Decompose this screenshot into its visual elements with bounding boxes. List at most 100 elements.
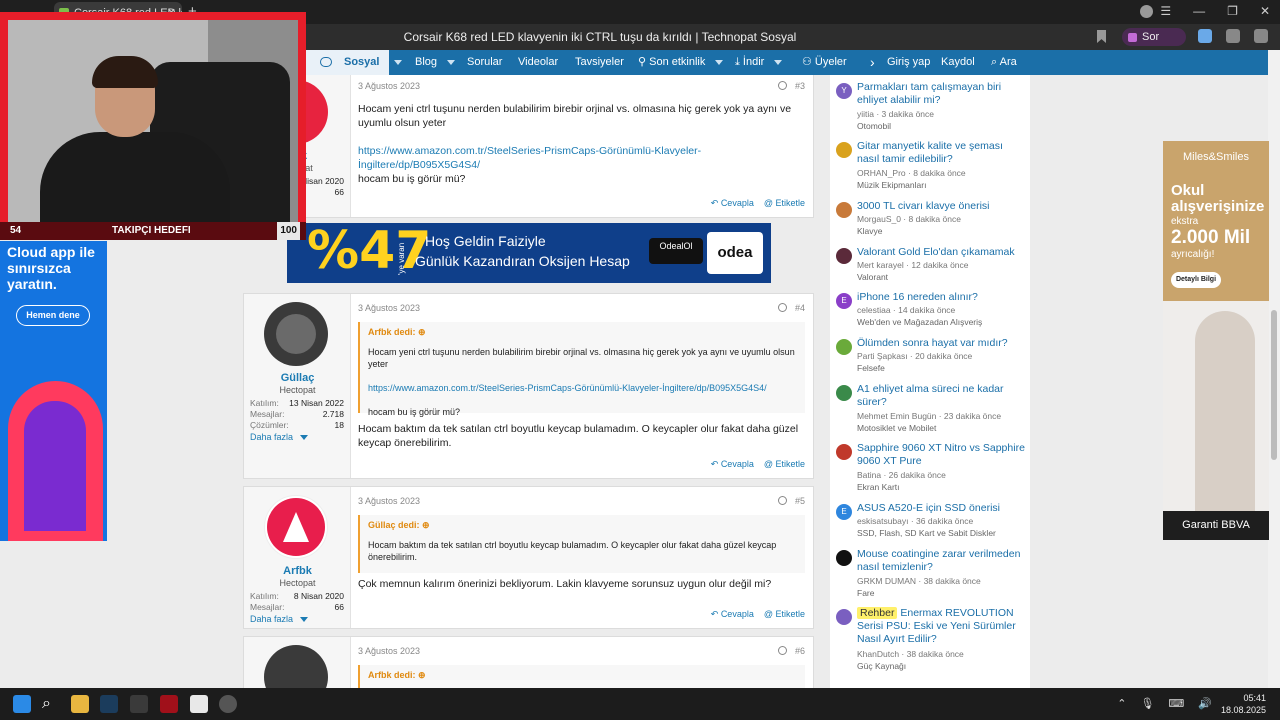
user-name[interactable]: Arfbk	[244, 565, 351, 577]
search-icon[interactable]: ⌕	[42, 695, 60, 713]
quote-arrow-icon: ⊕	[418, 670, 426, 680]
quote-author[interactable]: Arfbk dedi: ⊕	[368, 326, 797, 338]
thread-title[interactable]: Ölümden sonra hayat var mıdır?	[857, 337, 1027, 350]
thread-title[interactable]: Rehber Enermax REVOLUTION Serisi PSU: Es…	[857, 607, 1027, 646]
thread-forum[interactable]: Güç Kaynağı	[857, 661, 1027, 671]
nav-chevron-right-icon[interactable]: ›	[870, 50, 875, 75]
steam-icon[interactable]	[100, 695, 118, 713]
thread-forum[interactable]: Klavye	[857, 226, 1027, 236]
share-icon[interactable]	[778, 81, 787, 90]
post-link[interactable]: https://www.amazon.com.tr/SteelSeries-Pr…	[358, 144, 805, 172]
thread-title[interactable]: Valorant Gold Elo'dan çıkamamak	[857, 246, 1027, 259]
thread-forum[interactable]: Web'den ve Mağazadan Alışveriş	[857, 317, 1027, 327]
tag-button[interactable]: @ Etiketle	[764, 198, 805, 209]
post-number[interactable]: #3	[795, 81, 805, 91]
login-link[interactable]: Giriş yap	[887, 50, 930, 75]
users-icon: ⚇	[802, 56, 815, 68]
ai-assistant-button[interactable]: Sor	[1122, 28, 1186, 46]
nav-blog[interactable]: Blog	[415, 50, 456, 75]
system-clock[interactable]: 05:41 18.08.2025	[1221, 692, 1266, 716]
restore-icon[interactable]: ❐	[1227, 4, 1238, 18]
reply-button[interactable]: ↶ Cevapla	[711, 459, 754, 470]
thread-forum[interactable]: Ekran Kartı	[857, 482, 1027, 492]
thread-forum[interactable]: Motosiklet ve Mobilet	[857, 423, 1027, 433]
thread-title[interactable]: Mouse coatingine zarar verilmeden nasıl …	[857, 548, 1027, 574]
post-date[interactable]: 3 Ağustos 2023	[358, 81, 420, 91]
left-advertisement[interactable]: Cloud app ile sınırsızca yaratın. Hemen …	[0, 241, 107, 541]
page-scrollbar[interactable]	[1268, 50, 1280, 688]
thread-forum[interactable]: Valorant	[857, 272, 1027, 282]
thread-forum[interactable]: Felsefe	[857, 363, 1027, 373]
tag-button[interactable]: @ Etiketle	[764, 609, 805, 620]
ad-photo	[1195, 311, 1255, 511]
tag-button[interactable]: @ Etiketle	[764, 459, 805, 470]
post-date[interactable]: 3 Ağustos 2023	[358, 496, 420, 506]
post-date[interactable]: 3 Ağustos 2023	[358, 303, 420, 313]
profile-avatar-icon[interactable]	[1140, 5, 1153, 18]
file-explorer-icon[interactable]	[71, 695, 89, 713]
volume-icon[interactable]: 🔊	[1198, 697, 1212, 710]
thread-title[interactable]: 3000 TL civarı klavye önerisi	[857, 200, 1027, 213]
menu-icon[interactable]: ☰	[1160, 4, 1171, 18]
quote-author[interactable]: Arfbk dedi: ⊕	[368, 669, 797, 681]
nav-tavsiyeler[interactable]: Tavsiyeler	[575, 50, 624, 75]
thread-forum[interactable]: Otomobil	[857, 121, 1027, 131]
thread-forum[interactable]: SSD, Flash, SD Kart ve Sabit Diskler	[857, 528, 1027, 538]
user-avatar[interactable]	[264, 302, 328, 366]
post-date[interactable]: 3 Ağustos 2023	[358, 646, 420, 656]
quote-link[interactable]: https://www.amazon.com.tr/SteelSeries-Pr…	[368, 382, 797, 394]
minimize-icon[interactable]: —	[1193, 4, 1205, 18]
ad-cta-button[interactable]: Hemen dene	[16, 305, 90, 326]
start-icon[interactable]	[13, 695, 31, 713]
share-icon[interactable]	[778, 646, 787, 655]
thread-forum[interactable]: Müzik Ekipmanları	[857, 180, 1027, 190]
user-name[interactable]: Güllaç	[244, 372, 351, 384]
register-link[interactable]: Kaydol	[941, 50, 975, 75]
thread-title[interactable]: ASUS A520-E için SSD önerisi	[857, 502, 1027, 515]
post-number[interactable]: #6	[795, 646, 805, 656]
thread-forum[interactable]: Fare	[857, 588, 1027, 598]
post-number[interactable]: #5	[795, 496, 805, 506]
nav-sorular[interactable]: Sorular	[467, 50, 502, 75]
nav-sosyal[interactable]: Sosyal	[306, 50, 390, 75]
gaming-app-icon[interactable]	[160, 695, 178, 713]
cloud-extension-icon[interactable]	[1198, 29, 1212, 43]
thread-title[interactable]: iPhone 16 nereden alınır?	[857, 291, 1027, 304]
microphone-icon[interactable]: 🎙	[1140, 697, 1154, 710]
thread-title[interactable]: A1 ehliyet alma süreci ne kadar sürer?	[857, 383, 1027, 409]
thread-title[interactable]: Gitar manyetik kalite ve şeması nasıl ta…	[857, 140, 1027, 166]
banner-advertisement[interactable]: %47 'ye varan Hoş Geldin Faiziyle Günlük…	[287, 223, 771, 283]
network-icon[interactable]: ⌨	[1168, 697, 1184, 710]
share-icon[interactable]	[778, 303, 787, 312]
thread-title[interactable]: Sapphire 9060 XT Nitro vs Sapphire 9060 …	[857, 442, 1027, 468]
download-extension-icon[interactable]	[1254, 29, 1268, 43]
thread-title[interactable]: Parmakları tam çalışmayan biri ehliyet a…	[857, 81, 1027, 107]
share-icon[interactable]	[778, 496, 787, 505]
bookmark-icon[interactable]	[1097, 30, 1106, 43]
user-avatar[interactable]	[264, 495, 328, 559]
search-link[interactable]: ⌕ Ara	[991, 50, 1017, 75]
more-info-toggle[interactable]: Daha fazla	[250, 614, 308, 624]
reply-button[interactable]: ↶ Cevapla	[711, 198, 754, 209]
reply-button[interactable]: ↶ Cevapla	[711, 609, 754, 620]
ad-cta-button[interactable]: Detaylı Bilgi	[1171, 272, 1221, 288]
quote-author[interactable]: Güllaç dedi: ⊕	[368, 519, 797, 531]
nav-son-etkinlik[interactable]: ⚲ Son etkinlik	[638, 50, 724, 75]
share-extension-icon[interactable]	[1226, 29, 1240, 43]
app-icon[interactable]	[219, 695, 237, 713]
close-window-icon[interactable]: ✕	[1260, 4, 1270, 18]
right-advertisement[interactable]: Miles&Smiles Okul alışverişinize ekstra …	[1163, 141, 1269, 540]
forum-post: Güllaç Hectopat Katılım: 13 Nisan 2022 Me…	[243, 293, 814, 479]
more-info-toggle[interactable]: Daha fazla	[250, 432, 308, 442]
scrollbar-thumb[interactable]	[1271, 310, 1277, 460]
obs-app-icon[interactable]	[130, 695, 148, 713]
post-number[interactable]: #4	[795, 303, 805, 313]
tray-expand-icon[interactable]: ⌃	[1117, 697, 1126, 710]
ad-subline: ekstra	[1171, 216, 1199, 227]
nav-indir[interactable]: ⤓ İndir	[735, 50, 783, 75]
yandex-browser-icon[interactable]	[190, 695, 208, 713]
nav-sosyal-caret-icon[interactable]	[390, 50, 402, 75]
nav-videolar[interactable]: Videolar	[518, 50, 558, 75]
nav-uyeler[interactable]: ⚇ Üyeler	[802, 50, 847, 75]
user-avatar[interactable]	[264, 645, 328, 688]
